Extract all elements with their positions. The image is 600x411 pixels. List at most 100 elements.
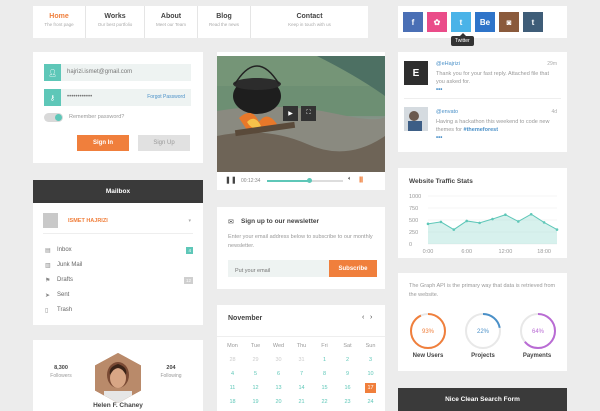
mailbox-item-trash[interactable]: ▯ Trash <box>45 307 193 318</box>
tweet-user[interactable]: @eHajrizi <box>436 61 460 67</box>
calendar-grid: Mon Tue Wed Thu Fri Sat Sun 28 29 30 31 1 2 3 4 5 6 7 8 9 10… <box>217 336 385 405</box>
nav-works-subtitle: Our best portfolio <box>97 22 133 27</box>
volume-icon[interactable]: 🔈︎ <box>348 176 352 183</box>
nav-item-about[interactable]: About Meet our Team <box>145 6 198 38</box>
mailbox-user[interactable]: ISMET HAJRIZI ▾ <box>43 211 193 234</box>
calendar-day[interactable]: 7 <box>290 371 313 377</box>
volume-level[interactable]: |||||| <box>359 177 363 183</box>
stats-description: The Graph API is the primary way that da… <box>409 283 556 298</box>
junk-icon: ▥ <box>45 263 51 269</box>
mailbox-panel: ISMET HAJRIZI ▾ ▤ Inbox 4 ▥ Junk Mail ⚑ Drafts… <box>33 203 203 325</box>
more-icon[interactable]: ••• <box>436 135 442 141</box>
calendar-day[interactable]: 10 <box>359 371 382 377</box>
calendar-day[interactable]: 30 <box>267 357 290 363</box>
calendar-day[interactable]: 3 <box>359 357 382 363</box>
calendar-day[interactable]: 22 <box>313 399 336 405</box>
tweet-user[interactable]: @envato <box>436 109 458 115</box>
calendar-day[interactable]: 15 <box>313 385 336 391</box>
dribbble-icon[interactable]: ✿ <box>427 12 447 32</box>
behance-icon[interactable]: Be <box>475 12 495 32</box>
newsletter-card: ✉ Sign up to our newsletter Enter your e… <box>217 207 385 289</box>
fullscreen-icon[interactable]: ⛶ <box>301 106 316 121</box>
calendar-day[interactable]: 5 <box>244 371 267 377</box>
video-scrubber[interactable] <box>306 178 312 183</box>
instagram-icon[interactable]: ◙ <box>499 12 519 32</box>
ring-label-projects: Projects <box>471 353 495 359</box>
calendar-day[interactable]: 21 <box>290 399 313 405</box>
video-player: ▶ ⛶ ❚❚ 00:12:34 🔈︎ |||||| <box>217 52 385 190</box>
calendar-day[interactable]: 16 <box>336 385 359 391</box>
email-field[interactable]: 👤︎ hajrizi.ismet@gmail.com <box>44 64 191 81</box>
ring-percent: 93% <box>422 329 435 335</box>
mailbox-item-drafts[interactable]: ⚑ Drafts 12 <box>45 277 193 288</box>
tweet-time: 29m <box>547 61 557 67</box>
sign-up-button[interactable]: Sign Up <box>138 135 190 151</box>
profile-photo-art <box>95 353 141 403</box>
calendar-day[interactable]: 13 <box>267 385 290 391</box>
video-progress-track[interactable] <box>267 178 343 183</box>
chevron-right-icon[interactable]: › <box>370 314 372 321</box>
calendar-day[interactable]: 14 <box>290 385 313 391</box>
calendar-day[interactable]: 24 <box>359 399 382 405</box>
x-tick-label: 18:00 <box>537 249 551 255</box>
subscribe-button[interactable]: Subscribe <box>329 260 377 277</box>
calendar-day[interactable]: 9 <box>336 371 359 377</box>
newsletter-email-input[interactable] <box>228 260 337 277</box>
nav-works-title: Works <box>104 13 126 20</box>
tweet-avatar-photo <box>404 107 428 131</box>
ring-percent: 64% <box>532 329 545 335</box>
status-badge: 4 <box>186 247 193 254</box>
nav-item-contact[interactable]: Contact Keep in touch with us <box>251 6 368 38</box>
twitter-icon[interactable]: t <box>451 12 471 32</box>
calendar-day[interactable]: 19 <box>244 399 267 405</box>
nav-contact-subtitle: Keep in touch with us <box>288 22 331 27</box>
mailbox-item-junk-mail[interactable]: ▥ Junk Mail <box>45 262 193 273</box>
forgot-password-link[interactable]: Forgot Password <box>147 94 185 100</box>
status-badge: 12 <box>183 277 193 284</box>
tumblr-icon[interactable]: t <box>523 12 543 32</box>
mailbox-item-inbox[interactable]: ▤ Inbox 4 <box>45 247 193 258</box>
stats-rings-card: The Graph API is the primary way that da… <box>398 273 567 371</box>
top-navigation: Home The front page Works Our best portf… <box>33 6 368 38</box>
nav-blog-title: Blog <box>216 13 232 20</box>
calendar-day[interactable]: 1 <box>313 357 336 363</box>
calendar-day[interactable]: 28 <box>221 357 244 363</box>
calendar-day-header: Sat <box>343 343 352 349</box>
calendar-day-today[interactable]: 17 <box>365 383 376 393</box>
more-icon[interactable]: ••• <box>436 87 442 93</box>
calendar-day[interactable]: 4 <box>221 371 244 377</box>
calendar-day[interactable]: 6 <box>267 371 290 377</box>
calendar-month: November <box>228 315 263 322</box>
newsletter-text: Enter your email address below to subscr… <box>228 234 373 249</box>
calendar-day[interactable]: 31 <box>290 357 313 363</box>
remember-toggle[interactable] <box>44 113 63 122</box>
twitter-tooltip: Twitter <box>451 33 474 46</box>
calendar-day[interactable]: 12 <box>244 385 267 391</box>
nav-item-home[interactable]: Home The front page <box>33 6 86 38</box>
traffic-chart: 1000 750 500 250 0 0:00 6:00 12:00 18:00 <box>409 194 559 255</box>
calendar-day[interactable]: 2 <box>336 357 359 363</box>
video-frame[interactable]: ▶ ⛶ <box>217 56 385 172</box>
calendar-day[interactable]: 18 <box>221 399 244 405</box>
calendar-day-header: Mon <box>227 343 238 349</box>
calendar-day[interactable]: 23 <box>336 399 359 405</box>
nav-about-title: About <box>160 13 182 20</box>
ring-label-new-users: New Users <box>412 353 444 359</box>
chevron-left-icon[interactable]: ‹ <box>362 314 364 321</box>
pause-icon[interactable]: ❚❚ <box>225 176 237 184</box>
calendar-day[interactable]: 8 <box>313 371 336 377</box>
sign-in-button[interactable]: Sign In <box>77 135 129 151</box>
calendar-day[interactable]: 11 <box>221 385 244 391</box>
nav-item-blog[interactable]: Blog Read the news <box>198 6 251 38</box>
mailbox-item-sent[interactable]: ➤ Sent <box>45 292 193 303</box>
calendar-day[interactable]: 20 <box>267 399 290 405</box>
email-value: hajrizi.ismet@gmail.com <box>67 69 133 75</box>
play-icon[interactable]: ▶ <box>283 106 298 121</box>
data-point <box>439 220 443 224</box>
calendar-day[interactable]: 29 <box>244 357 267 363</box>
tweet-hashtag[interactable]: #themeforest <box>464 127 499 133</box>
nav-item-works[interactable]: Works Our best portfolio <box>86 6 145 38</box>
calendar: November ‹ › Mon Tue Wed Thu Fri Sat Sun 28 29 30… <box>217 305 385 411</box>
facebook-icon[interactable]: f <box>403 12 423 32</box>
password-field[interactable]: ⚷ •••••••••••• Forgot Password <box>44 89 191 106</box>
